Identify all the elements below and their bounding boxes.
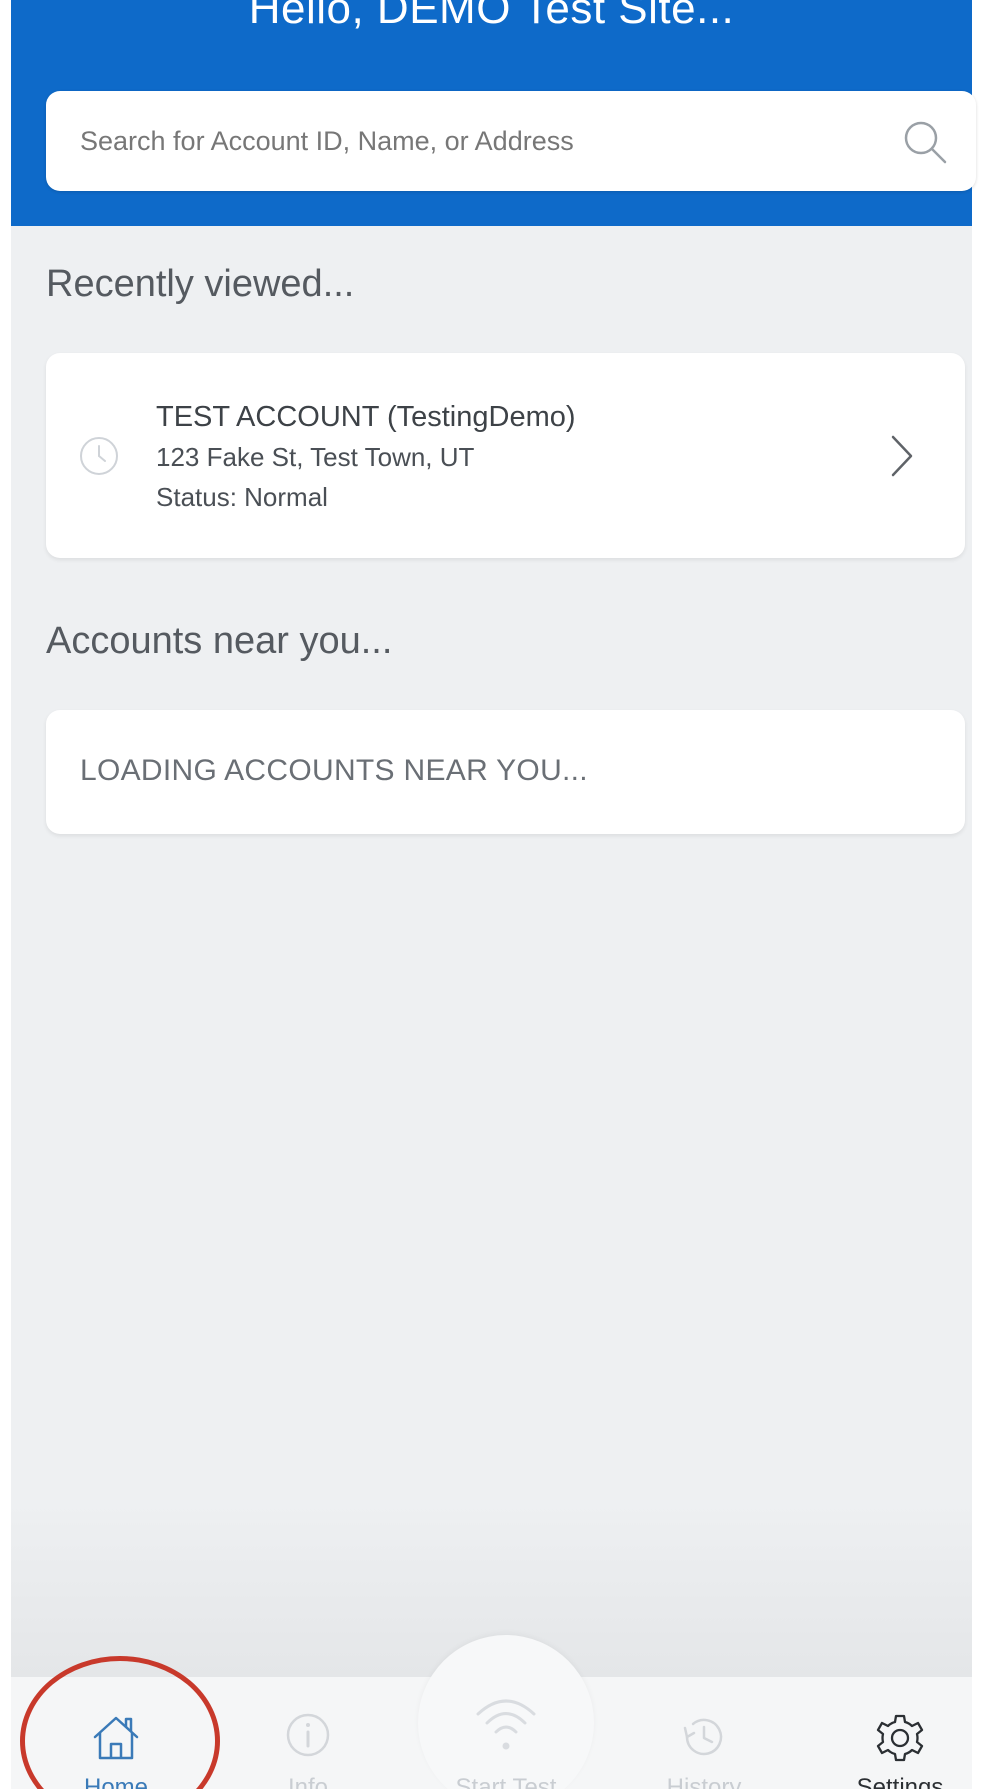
gear-icon bbox=[876, 1714, 924, 1762]
account-name: TEST ACCOUNT (TestingDemo) bbox=[156, 401, 576, 433]
tab-history-label: History bbox=[666, 1774, 742, 1789]
greeting-title: Hello, DEMO Test Site... bbox=[248, 0, 735, 33]
accounts-near-title: Accounts near you... bbox=[46, 620, 393, 662]
loading-message: LOADING ACCOUNTS NEAR YOU... bbox=[80, 754, 588, 787]
recent-account-details: TEST ACCOUNT (TestingDemo) 123 Fake St, … bbox=[156, 397, 576, 517]
header: Hello, DEMO Test Site... bbox=[11, 0, 976, 226]
nearby-accounts-card: LOADING ACCOUNTS NEAR YOU... bbox=[46, 710, 965, 834]
history-icon bbox=[683, 1718, 723, 1756]
home-highlight-circle bbox=[20, 1656, 220, 1789]
wifi-icon bbox=[476, 1699, 536, 1750]
right-edge bbox=[972, 0, 988, 1789]
account-status: Status: Normal bbox=[156, 482, 328, 512]
left-edge bbox=[0, 0, 11, 1789]
tab-info-label: Info bbox=[287, 1774, 329, 1789]
chevron-right-icon[interactable] bbox=[887, 433, 917, 479]
info-icon bbox=[286, 1713, 330, 1757]
account-address: 123 Fake St, Test Town, UT bbox=[156, 442, 475, 472]
search-input[interactable] bbox=[78, 119, 842, 163]
app-screen: Hello, DEMO Test Site... Recently viewed… bbox=[0, 0, 988, 1789]
recent-account-card[interactable]: TEST ACCOUNT (TestingDemo) 123 Fake St, … bbox=[46, 353, 965, 558]
tab-settings-label: Settings bbox=[856, 1774, 944, 1789]
search-icon[interactable] bbox=[900, 117, 950, 167]
clock-icon bbox=[80, 437, 118, 475]
recently-viewed-title: Recently viewed... bbox=[46, 263, 355, 305]
tab-start-test-label: Start Test bbox=[455, 1774, 557, 1789]
search-bar[interactable] bbox=[46, 91, 976, 191]
